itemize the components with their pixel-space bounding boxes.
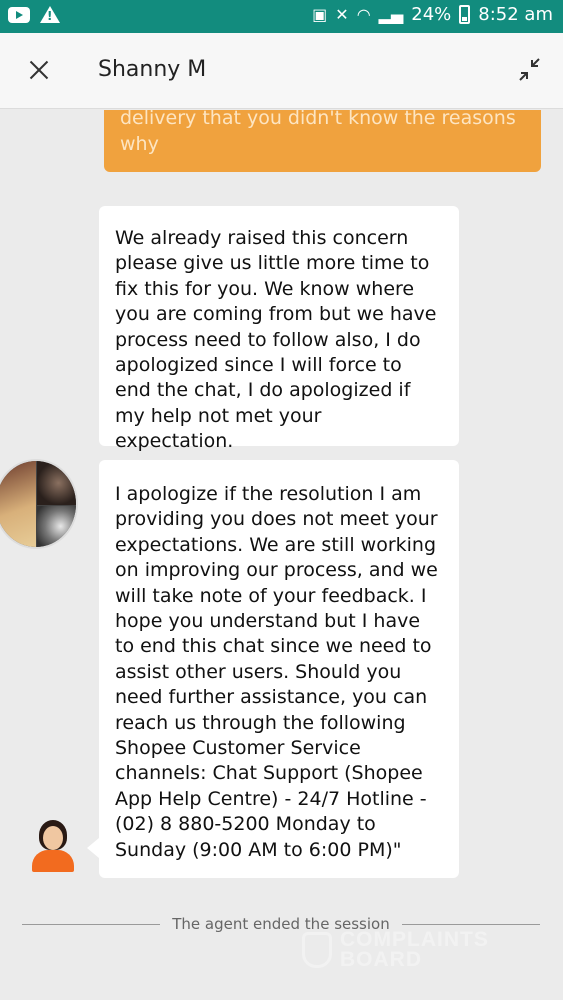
watermark-line2: BOARD <box>340 948 422 971</box>
chat-thread[interactable]: delivery that you didn't know the reason… <box>0 110 563 1000</box>
clock: 8:52 am <box>478 4 553 25</box>
user-message-bubble: delivery that you didn't know the reason… <box>104 110 541 172</box>
agent-group-avatar <box>0 459 78 549</box>
mute-icon: ✕ <box>335 4 349 24</box>
message-text: We already raised this concern please gi… <box>115 227 437 453</box>
battery-percent: 24% <box>411 4 452 25</box>
signal-icon: ▂▄ <box>378 4 404 24</box>
agent-message-bubble: I apologize if the resolution I am provi… <box>87 460 459 878</box>
message-text: I apologize if the resolution I am provi… <box>115 483 438 861</box>
shield-icon <box>302 932 332 968</box>
divider-line <box>22 924 160 925</box>
wifi-icon: ◠ <box>356 4 371 24</box>
watermark-line1: COMPLAINTS <box>340 928 489 951</box>
youtube-notification-icon <box>8 6 30 23</box>
agent-avatar <box>30 820 76 872</box>
watermark-logo: COMPLAINTS BOARD <box>300 928 530 976</box>
message-text: delivery that you didn't know the reason… <box>120 110 516 155</box>
chat-header: Shanny M <box>0 33 563 109</box>
vibrate-icon: ▣ <box>312 4 328 24</box>
close-icon[interactable] <box>22 53 56 87</box>
divider-line <box>402 924 540 925</box>
status-bar: ▣ ✕ ◠ ▂▄ 24% 8:52 am <box>0 0 563 33</box>
agent-message-bubble: We already raised this concern please gi… <box>99 206 459 452</box>
battery-icon <box>459 5 471 24</box>
chat-title: Shanny M <box>98 57 207 82</box>
warning-notification-icon <box>40 6 60 23</box>
minimize-icon[interactable] <box>515 55 545 85</box>
